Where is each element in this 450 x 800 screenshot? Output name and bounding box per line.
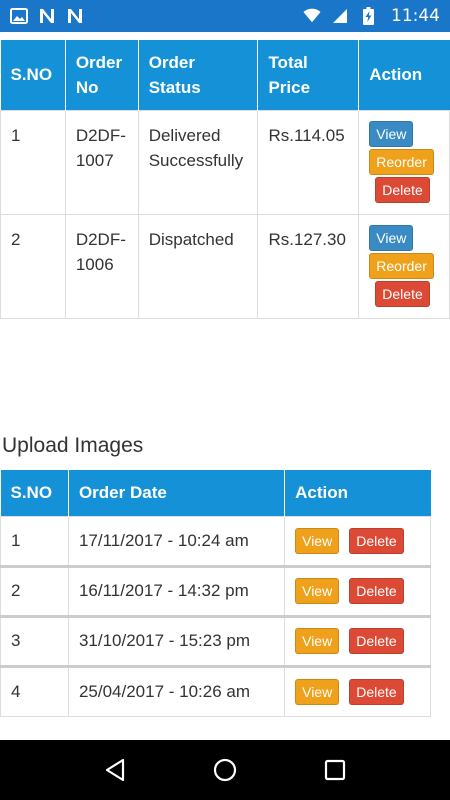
- header-order-date: Order Date: [68, 470, 286, 516]
- reorder-button[interactable]: Reorder: [369, 148, 434, 175]
- images-header-row: S.NO Order Date Action: [0, 470, 431, 516]
- table-row: 2 16/11/2017 - 14:32 pm View Delete: [0, 564, 431, 617]
- table-row: 4 25/04/2017 - 10:26 am View Delete: [0, 664, 431, 717]
- battery-charging-icon: [359, 7, 377, 25]
- clock-time: 11:44: [391, 6, 440, 26]
- cell-sno: 3: [0, 614, 69, 667]
- main-content: S.NO Order No Order Status Total Price A…: [0, 32, 450, 740]
- header-order-status: Order Status: [138, 40, 259, 110]
- cell-action: View Delete: [284, 564, 431, 617]
- view-image-button[interactable]: View: [295, 678, 340, 705]
- header-order-no: Order No: [65, 40, 139, 110]
- home-icon[interactable]: [205, 750, 245, 790]
- orders-table: S.NO Order No Order Status Total Price A…: [0, 40, 450, 319]
- cell-order-date: 16/11/2017 - 14:32 pm: [67, 564, 286, 617]
- header-action: Action: [358, 40, 450, 110]
- table-row: 1 D2DF-1007 Delivered Successfully Rs.11…: [0, 109, 450, 215]
- image-icon: [10, 7, 28, 25]
- delete-order-button[interactable]: Delete: [375, 176, 430, 203]
- cell-sno: 4: [0, 664, 69, 717]
- cell-order-status: Dispatched: [137, 213, 259, 319]
- table-row: 3 31/10/2017 - 15:23 pm View Delete: [0, 614, 431, 667]
- cell-order-status: Delivered Successfully: [137, 109, 259, 215]
- back-icon[interactable]: [95, 750, 135, 790]
- cell-order-no: D2DF-1006: [64, 213, 139, 319]
- recents-icon[interactable]: [315, 750, 355, 790]
- status-bar: 11:44: [0, 0, 450, 32]
- cell-total-price: Rs.114.05: [257, 109, 360, 215]
- cell-total-price: Rs.127.30: [257, 213, 360, 319]
- header-total-price: Total Price: [257, 40, 360, 110]
- delete-order-button[interactable]: Delete: [375, 280, 430, 307]
- delete-image-button[interactable]: Delete: [349, 527, 404, 554]
- wifi-icon: [303, 7, 321, 25]
- cell-action: View Delete: [284, 515, 431, 567]
- cell-sno: 2: [0, 564, 69, 617]
- cell-sno: 1: [0, 109, 66, 215]
- view-order-button[interactable]: View: [369, 224, 414, 251]
- header-action: Action: [284, 470, 431, 516]
- cell-sno: 2: [0, 213, 66, 319]
- upload-images-title: Upload Images: [2, 434, 144, 457]
- n-app-icon: [38, 7, 56, 25]
- cell-action: View Delete: [284, 614, 431, 667]
- table-row: 1 17/11/2017 - 10:24 am View Delete: [0, 515, 431, 567]
- view-image-button[interactable]: View: [295, 527, 340, 554]
- cell-action: View Reorder Delete: [358, 109, 450, 215]
- cell-action: View Delete: [284, 664, 431, 717]
- header-sno: S.NO: [0, 470, 69, 516]
- n-app-icon: [66, 7, 84, 25]
- view-image-button[interactable]: View: [295, 578, 340, 604]
- cell-order-date: 31/10/2017 - 15:23 pm: [67, 614, 286, 667]
- orders-header-row: S.NO Order No Order Status Total Price A…: [0, 40, 450, 110]
- reorder-button[interactable]: Reorder: [369, 252, 434, 279]
- cell-sno: 1: [0, 515, 69, 567]
- header-sno: S.NO: [0, 40, 66, 110]
- upload-images-table: S.NO Order Date Action 1 17/11/2017 - 10…: [0, 470, 431, 717]
- navigation-bar: [0, 740, 450, 800]
- cell-order-no: D2DF-1007: [64, 109, 139, 215]
- cell-order-date: 17/11/2017 - 10:24 am: [67, 515, 286, 567]
- view-order-button[interactable]: View: [369, 120, 414, 147]
- cell-order-date: 25/04/2017 - 10:26 am: [67, 664, 286, 717]
- cell-action: View Reorder Delete: [358, 213, 450, 319]
- signal-icon: [331, 7, 349, 25]
- delete-image-button[interactable]: Delete: [349, 678, 404, 705]
- view-image-button[interactable]: View: [295, 628, 340, 654]
- delete-image-button[interactable]: Delete: [349, 628, 404, 654]
- delete-image-button[interactable]: Delete: [349, 578, 404, 604]
- table-row: 2 D2DF-1006 Dispatched Rs.127.30 View Re…: [0, 213, 450, 319]
